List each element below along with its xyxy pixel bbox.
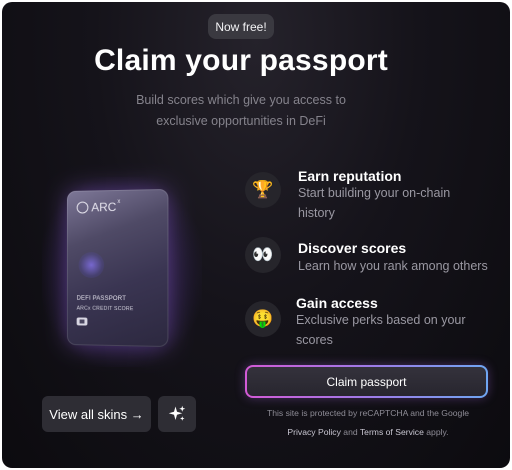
page-subtitle: Build scores which give you access to ex… [136,93,346,128]
trophy-icon: 🏆 [245,172,281,208]
claim-button-border: Claim passport [245,365,488,398]
claim-passport-button[interactable]: Claim passport [247,367,486,396]
card-title: DEFI PASSPORT [76,295,127,303]
page-title: Claim your passport [94,44,388,77]
feature-title-gain-access: Gain access [296,295,378,311]
claim-passport-modal: Now free! Claim your passport Build scor… [2,2,510,468]
money-face-emoji: 🤑 [252,309,274,328]
sparkle-icon [168,405,186,421]
recaptcha-links-line: Privacy Policy and Terms of Service appl… [248,423,488,442]
arc-logo-text: ARC [91,200,117,215]
passport-card: ARC x DEFI PASSPORT ARCx CREDIT SCORE [66,188,169,348]
recaptcha-notice: This site is protected by reCAPTCHA and … [248,404,488,442]
recaptcha-line: This site is protected by reCAPTCHA and … [266,408,470,418]
card-chip-icon [76,317,88,326]
card-subtitle: ARCx CREDIT SCORE [76,305,134,313]
arc-logo-icon [76,201,89,214]
terms-of-service-link[interactable]: Terms of Service [360,427,424,437]
feature-desc-discover-scores: Learn how you rank among others [298,259,488,273]
apply-text: apply. [426,427,449,437]
eyes-icon: 👀 [245,237,281,273]
eyes-emoji: 👀 [252,245,274,264]
arc-logo: ARC x [76,198,121,215]
arc-logo-superscript: x [117,198,121,205]
view-all-skins-button[interactable]: View all skins → [42,396,151,432]
now-free-badge: Now free! [208,14,274,39]
feature-desc-earn-reputation: Start building your on-chain history [298,186,451,220]
money-face-icon: 🤑 [245,301,281,337]
feature-title-earn-reputation: Earn reputation [298,168,402,184]
trophy-emoji: 🏆 [252,180,274,199]
privacy-policy-link[interactable]: Privacy Policy [287,427,340,437]
feature-desc-gain-access: Exclusive perks based on your scores [296,313,466,347]
feature-title-discover-scores: Discover scores [298,240,407,256]
and-text: and [343,427,358,437]
sparkle-button[interactable] [158,396,196,432]
